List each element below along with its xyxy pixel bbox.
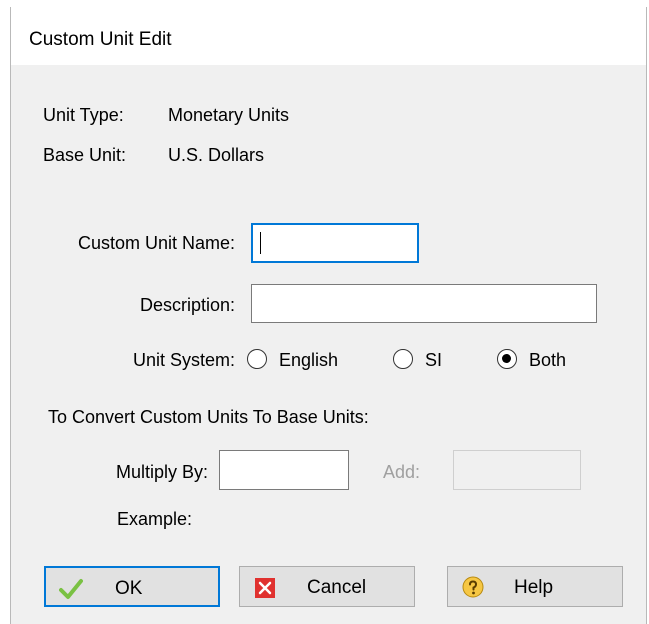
cancel-button[interactable]: Cancel <box>239 566 415 607</box>
radio-both[interactable] <box>497 349 517 369</box>
text-cursor <box>260 232 261 254</box>
radio-english[interactable] <box>247 349 267 369</box>
multiply-by-label: Multiply By: <box>115 462 208 482</box>
convert-heading: To Convert Custom Units To Base Units: <box>48 407 369 427</box>
cancel-button-label: Cancel <box>307 577 367 598</box>
base-unit-label: Base Unit: <box>43 145 127 165</box>
radio-english-label[interactable]: English <box>279 350 338 371</box>
unit-system-label: Unit System: <box>132 350 235 370</box>
base-unit-value: U.S. Dollars <box>168 145 265 165</box>
add-input <box>453 450 581 490</box>
custom-unit-name-input[interactable] <box>251 223 419 263</box>
close-icon <box>255 578 275 598</box>
add-label: Add: <box>383 462 421 482</box>
title-bar: Custom Unit Edit <box>11 7 646 65</box>
radio-selected-dot <box>502 354 511 363</box>
custom-unit-name-label: Custom Unit Name: <box>77 233 235 253</box>
help-button[interactable]: Help <box>447 566 623 607</box>
dialog-title: Custom Unit Edit <box>29 29 172 50</box>
radio-si[interactable] <box>393 349 413 369</box>
checkmark-icon <box>59 579 83 599</box>
unit-type-label: Unit Type: <box>43 105 124 125</box>
description-input[interactable] <box>251 284 597 323</box>
unit-type-value: Monetary Units <box>168 105 290 125</box>
example-label: Example: <box>116 509 192 529</box>
ok-button-label: OK <box>115 578 143 599</box>
help-button-label: Help <box>514 577 554 598</box>
radio-si-label[interactable]: SI <box>425 350 442 371</box>
description-label: Description: <box>139 295 235 315</box>
custom-unit-edit-dialog: Custom Unit Edit Unit Type: Monetary Uni… <box>10 7 647 624</box>
help-icon <box>462 576 484 598</box>
radio-both-label[interactable]: Both <box>529 350 566 371</box>
multiply-by-input[interactable] <box>219 450 349 490</box>
ok-button[interactable]: OK <box>44 566 220 607</box>
